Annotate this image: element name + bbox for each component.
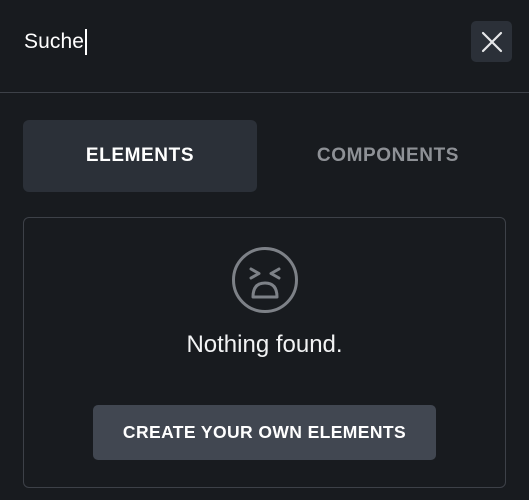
text-caret [85,29,88,55]
tab-components[interactable]: COMPONENTS [271,120,505,192]
search-input-value[interactable]: Suche [24,24,84,60]
close-icon [481,31,502,52]
search-input[interactable]: Suche [24,24,88,60]
close-button[interactable] [471,21,512,62]
search-bar: Suche [0,0,529,93]
results-panel: Nothing found. CREATE YOUR OWN ELEMENTS [23,217,506,488]
sad-face-icon [232,247,298,313]
tab-bar: ELEMENTS COMPONENTS [23,120,506,192]
tab-elements[interactable]: ELEMENTS [23,120,257,192]
empty-state-message: Nothing found. [186,331,343,358]
create-elements-button[interactable]: CREATE YOUR OWN ELEMENTS [93,405,436,460]
